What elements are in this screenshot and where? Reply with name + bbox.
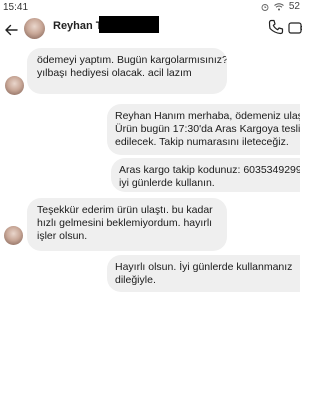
- status-icons: 52: [261, 1, 300, 12]
- video-camera-icon: [288, 22, 302, 34]
- status-time: 15:41: [3, 2, 29, 13]
- video-call-button[interactable]: [288, 21, 302, 35]
- call-button[interactable]: [268, 19, 284, 35]
- sender-avatar: [5, 76, 24, 95]
- phone-icon: [268, 19, 284, 35]
- outgoing-message[interactable]: Aras kargo takip kodunuz: 6035349299030 …: [111, 158, 300, 192]
- outgoing-message[interactable]: Reyhan Hanım merhaba, ödemeniz ulaştı. Ü…: [107, 104, 300, 155]
- contact-name[interactable]: Reyhan T: [53, 20, 103, 32]
- outgoing-message[interactable]: Hayırlı olsun. İyi günlerde kullanmanız …: [107, 255, 300, 292]
- chat-header: Reyhan T: [0, 14, 302, 48]
- back-arrow-icon: [5, 24, 18, 36]
- sender-avatar: [4, 226, 23, 245]
- redaction-bar: [99, 16, 159, 33]
- incoming-message[interactable]: Teşekkür ederim ürün ulaştı. bu kadar hı…: [27, 198, 227, 251]
- wifi-icon: [274, 2, 284, 11]
- alarm-icon: [261, 3, 269, 11]
- back-button[interactable]: [2, 20, 20, 40]
- incoming-message[interactable]: ödemeyi yaptım. Bugün kargolarmısınız? y…: [27, 48, 227, 94]
- contact-avatar[interactable]: [24, 18, 45, 39]
- battery-level: 52: [288, 1, 300, 12]
